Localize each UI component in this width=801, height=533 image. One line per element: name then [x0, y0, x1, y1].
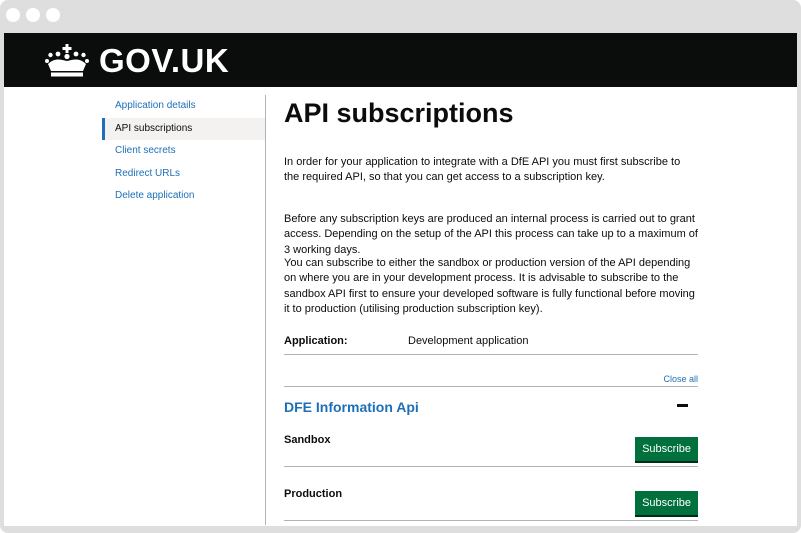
- subscribe-sandbox-button[interactable]: Subscribe: [635, 437, 698, 461]
- sidebar-item-api-subscriptions[interactable]: API subscriptions: [102, 117, 265, 140]
- gov-header: GOV.UK: [4, 33, 797, 87]
- summary-key: Application:: [284, 335, 348, 347]
- sidebar-item-client-secrets[interactable]: Client secrets: [102, 140, 265, 163]
- process-paragraph: Before any subscription keys are produce…: [284, 213, 698, 256]
- api-row-production: Production Subscribe: [284, 487, 698, 521]
- window-dot-close[interactable]: [6, 8, 20, 22]
- sidebar-divider: [265, 95, 266, 525]
- crown-icon: [45, 44, 89, 77]
- accordion-heading[interactable]: DFE Information Api: [284, 398, 419, 416]
- window-dot-minimize[interactable]: [26, 8, 40, 22]
- subscribe-production-button[interactable]: Subscribe: [635, 491, 698, 515]
- row-label-sandbox: Sandbox: [284, 434, 331, 446]
- sidebar-item-delete-application[interactable]: Delete application: [102, 185, 265, 208]
- gov-uk-logo[interactable]: GOV.UK: [99, 42, 229, 80]
- page-viewport: GOV.UK Application details API subscript…: [4, 33, 797, 526]
- close-all-link[interactable]: Close all: [663, 373, 698, 385]
- window-dot-maximize[interactable]: [46, 8, 60, 22]
- row-label-production: Production: [284, 488, 343, 500]
- summary-value: Development application: [408, 335, 529, 347]
- window-controls: [6, 8, 60, 22]
- api-row-sandbox: Sandbox Subscribe: [284, 433, 698, 467]
- intro-paragraph: In order for your application to integra…: [284, 156, 681, 184]
- sidebar-item-redirect-urls[interactable]: Redirect URLs: [102, 163, 265, 186]
- main-content: API subscriptions In order for your appl…: [284, 89, 698, 521]
- environment-paragraph: You can subscribe to either the sandbox …: [284, 257, 695, 316]
- accordion-divider: [284, 386, 698, 387]
- minus-icon[interactable]: [677, 404, 688, 407]
- browser-window: GOV.UK Application details API subscript…: [0, 0, 801, 533]
- sidebar-item-application-details[interactable]: Application details: [102, 95, 265, 118]
- page-title: API subscriptions: [284, 98, 514, 128]
- sidebar-nav: Application details API subscriptions Cl…: [102, 95, 265, 208]
- application-summary-row: Application: Development application: [284, 329, 698, 355]
